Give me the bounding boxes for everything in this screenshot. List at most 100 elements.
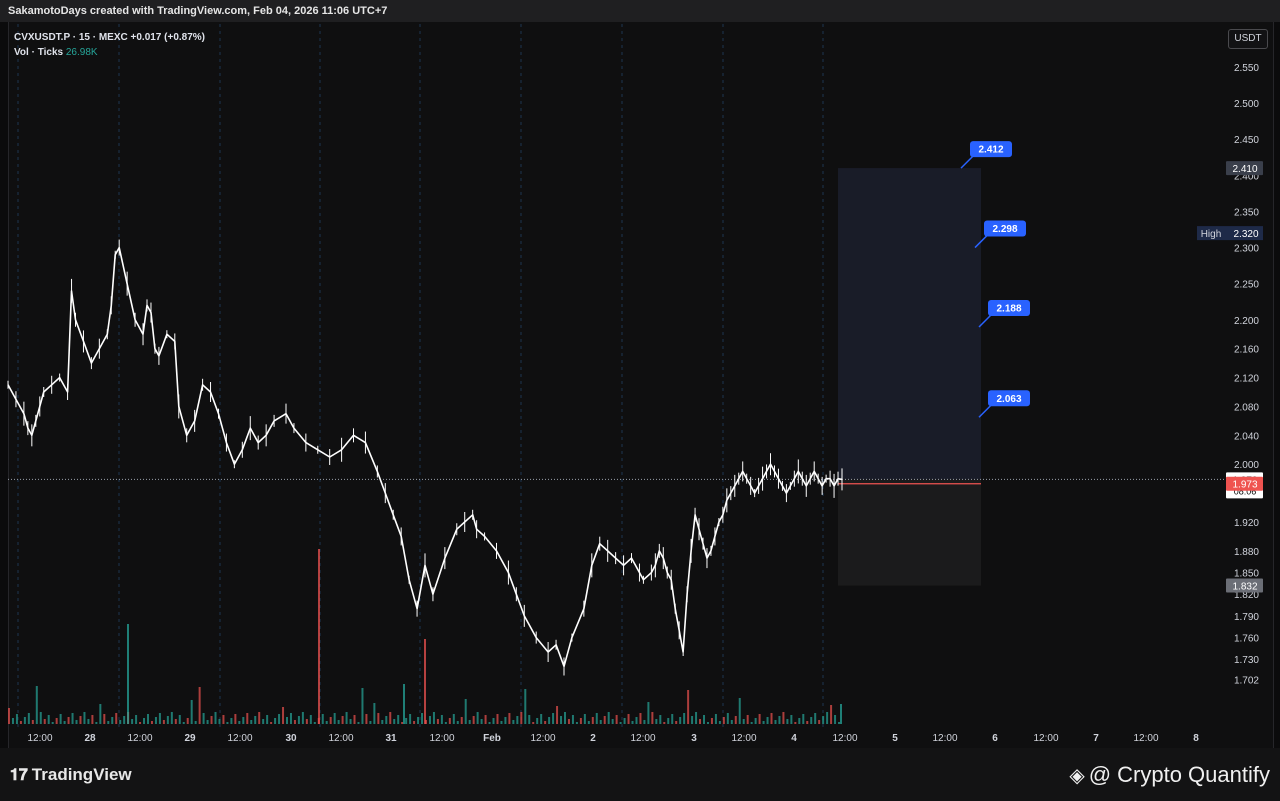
currency-unit-button[interactable]: USDT xyxy=(1228,29,1268,49)
volume-bar xyxy=(15,714,18,724)
volume-bar xyxy=(456,721,459,724)
volume-bar xyxy=(43,719,46,724)
volume-bar xyxy=(544,721,547,724)
symbol-line[interactable]: CVXUSDT.P · 15 · MEXC +0.017 (+0.87%) xyxy=(14,30,205,45)
volume-bar xyxy=(575,722,578,724)
volume-bar xyxy=(444,722,447,724)
volume-bar xyxy=(500,721,503,724)
volume-bar xyxy=(417,717,420,724)
volume-bar xyxy=(778,716,781,724)
target-label: 2.063 xyxy=(996,394,1021,405)
target-label: 2.412 xyxy=(978,145,1003,156)
volume-bar xyxy=(786,719,789,724)
volume-bar xyxy=(567,719,570,724)
y-tick-label: 2.300 xyxy=(1234,244,1259,255)
volume-bar xyxy=(35,686,38,724)
volume-bar xyxy=(337,720,340,724)
volume-bar xyxy=(182,722,185,724)
volume-bar xyxy=(838,722,841,724)
x-tick-label: 8 xyxy=(1193,733,1199,744)
volume-bar xyxy=(540,714,543,724)
volume-bar xyxy=(194,721,197,724)
volume-bar xyxy=(695,712,698,724)
volume-bar xyxy=(730,720,733,724)
volume-bar xyxy=(166,716,169,724)
volume-bar xyxy=(798,718,801,724)
volume-bar xyxy=(631,721,634,724)
y-tick-label: 2.500 xyxy=(1234,99,1259,110)
volume-bar xyxy=(111,717,114,724)
volume-bar xyxy=(286,717,288,724)
volume-bar xyxy=(357,722,360,724)
x-tick-label: 30 xyxy=(285,733,297,744)
volume-bar xyxy=(552,713,555,724)
volume-bar xyxy=(397,715,400,724)
volume-bar xyxy=(403,684,405,724)
volume-bar xyxy=(131,719,134,724)
volume-bar xyxy=(91,715,94,724)
volume-bar xyxy=(834,715,837,724)
x-tick-label: 12:00 xyxy=(127,733,152,744)
y-tick-label: 1.790 xyxy=(1234,612,1259,623)
volume-bar xyxy=(488,722,491,724)
x-tick-label: 2 xyxy=(590,733,596,744)
volume-bar xyxy=(762,721,765,724)
volume-bar xyxy=(560,716,563,724)
y-tick-label: 2.350 xyxy=(1234,207,1259,218)
volume-bar xyxy=(655,719,658,724)
volume-bar xyxy=(548,717,551,724)
brand-watermark: ◈ @ Crypto Quantify xyxy=(1069,762,1270,788)
volume-bar xyxy=(699,719,702,724)
volume-bar xyxy=(774,720,777,724)
price-chart[interactable]: 2.5502.5002.4502.4002.3502.3002.2502.200… xyxy=(0,0,1280,801)
x-tick-label: 12:00 xyxy=(530,733,555,744)
target-zone xyxy=(838,168,981,480)
volume-bar xyxy=(107,721,110,724)
volume-bar xyxy=(754,718,757,724)
volume-bar xyxy=(532,722,535,724)
volume-bar xyxy=(8,708,10,724)
volume-bar xyxy=(516,716,519,724)
volume-bar xyxy=(258,712,261,724)
volume-bar xyxy=(667,718,670,724)
x-tick-label: 28 xyxy=(84,733,96,744)
volume-bar xyxy=(293,720,296,724)
target-pointer xyxy=(960,154,975,169)
vol-label: Vol · Ticks xyxy=(14,47,64,58)
volume-bar xyxy=(226,722,229,724)
volume-bar xyxy=(734,716,737,724)
volume-bar xyxy=(301,712,304,724)
x-tick-label: 4 xyxy=(791,733,797,744)
volume-bar xyxy=(424,639,426,724)
volume-bar xyxy=(246,713,249,724)
volume-bar xyxy=(87,719,90,724)
volume-bar xyxy=(810,717,813,724)
volume-bar xyxy=(242,717,245,724)
volume-bar xyxy=(393,719,396,724)
price-series-line xyxy=(7,246,843,668)
x-tick-label: 5 xyxy=(892,733,898,744)
volume-bar xyxy=(222,715,225,724)
volume-bar xyxy=(318,549,320,724)
tradingview-logo[interactable]: 𝟏𝟕 TradingView xyxy=(10,765,132,785)
volume-bar xyxy=(536,718,539,724)
volume-bar xyxy=(31,720,34,724)
volume-bar xyxy=(703,715,705,724)
brand-text: @ Crypto Quantify xyxy=(1088,762,1270,787)
target-label: 2.188 xyxy=(996,304,1021,315)
vol-value: 26.98K xyxy=(65,47,98,58)
volume-bar xyxy=(440,715,443,724)
volume-bar xyxy=(71,713,74,724)
volume-bar xyxy=(460,717,463,724)
y-tick-label: 1.760 xyxy=(1234,634,1259,645)
volume-bar xyxy=(135,715,138,724)
volume-bar xyxy=(150,721,153,724)
volume-bar xyxy=(492,718,495,724)
volume-bar xyxy=(635,717,638,724)
volume-bar xyxy=(564,712,566,724)
volume-bar xyxy=(675,721,678,724)
volume-bar xyxy=(512,720,515,724)
x-tick-label: 12:00 xyxy=(27,733,52,744)
volume-bar xyxy=(190,700,193,724)
volume-bar xyxy=(341,716,344,724)
